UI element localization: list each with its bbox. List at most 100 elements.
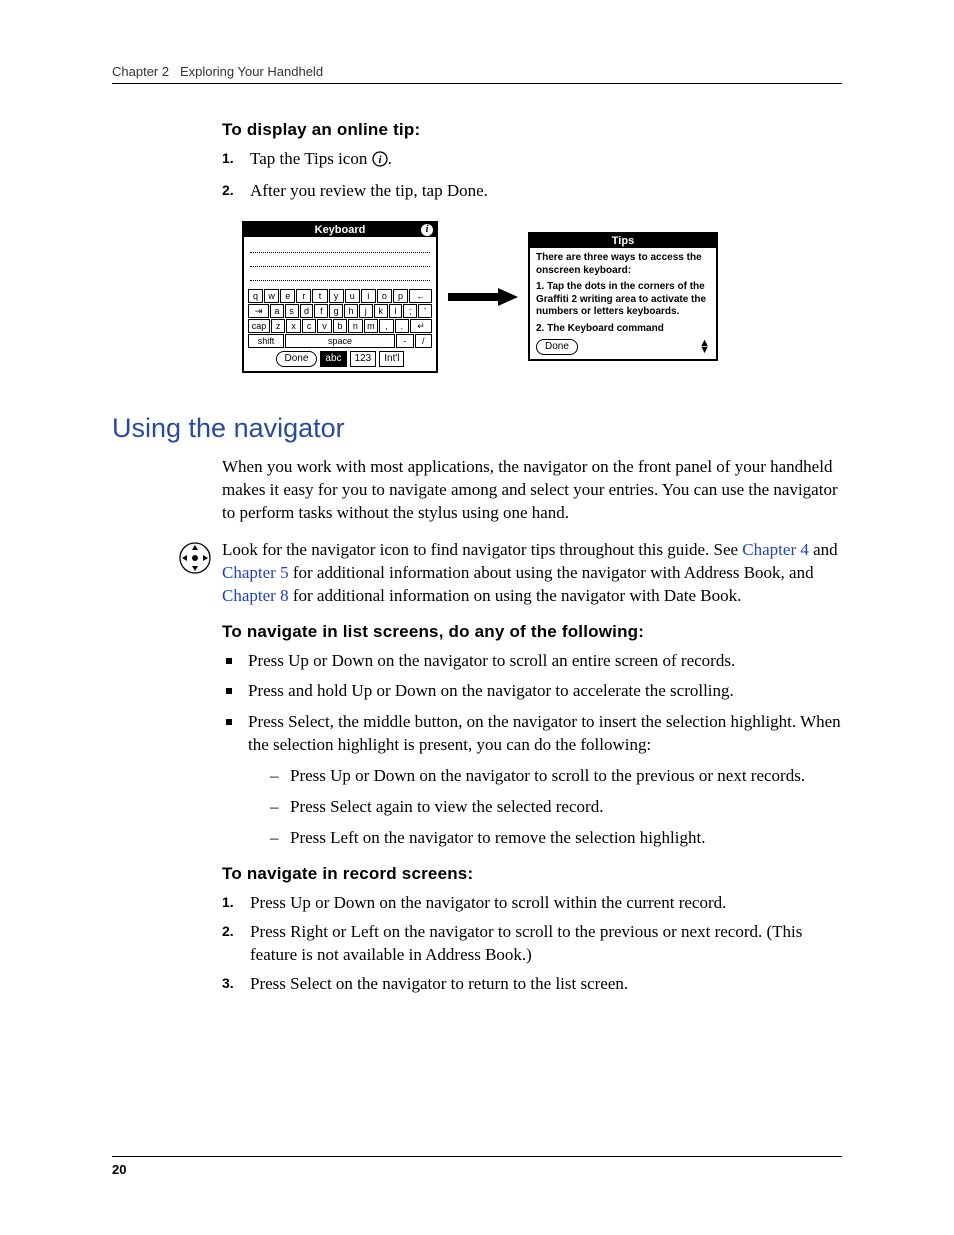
key: d (300, 304, 314, 318)
nav-text: for additional information on using the … (293, 586, 742, 605)
list-heading: To navigate in list screens, do any of t… (222, 622, 842, 642)
key: - (396, 334, 413, 348)
key-row-4: shift space - / (248, 334, 432, 348)
running-head: Chapter 2 Exploring Your Handheld (112, 64, 842, 79)
key: y (329, 289, 344, 303)
header-rule (112, 83, 842, 84)
tips-para: There are three ways to access the onscr… (536, 252, 710, 277)
tips-para: 1. Tap the dots in the corners of the Gr… (536, 281, 710, 319)
chapter-label: Chapter 2 (112, 64, 169, 79)
keyboard-title: Keyboard (315, 224, 366, 236)
info-icon: i (421, 224, 433, 236)
footer-rule (112, 1156, 842, 1157)
scroll-arrows-icon: ▲▼ (699, 340, 710, 355)
content: To display an online tip: 1. Tap the Tip… (222, 120, 842, 373)
key: p (393, 289, 408, 303)
key: i (361, 289, 376, 303)
key-row-3: cap z x c v b n m , . ↵ (248, 319, 432, 333)
tips-para: 2. The Keyboard command (536, 323, 710, 336)
tips-title: Tips (612, 235, 634, 247)
chapter-title: Exploring Your Handheld (180, 64, 323, 79)
list-item: Press Select, the middle button, on the … (222, 711, 842, 850)
key: ; (403, 304, 417, 318)
text-line (250, 254, 430, 267)
navigator-icon (178, 541, 212, 580)
key: b (333, 319, 347, 333)
svg-text:i: i (378, 154, 382, 166)
done-button: Done (536, 339, 578, 355)
mode-abc: abc (320, 351, 346, 367)
list-item: 2.Press Right or Left on the navigator t… (222, 921, 842, 967)
shift-key: shift (248, 334, 284, 348)
bullet-list: Press Up or Down on the navigator to scr… (222, 650, 842, 851)
key: c (302, 319, 316, 333)
space-key: space (285, 334, 395, 348)
nav-tip-block: Look for the navigator icon to find navi… (222, 539, 842, 608)
keyboard-controls: Done abc 123 Int'l (248, 351, 432, 367)
enter-key: ↵ (410, 319, 432, 333)
section-body: When you work with most applications, th… (222, 456, 842, 996)
chapter-8-link[interactable]: Chapter 8 (222, 586, 289, 605)
key: t (312, 289, 327, 303)
key: g (329, 304, 343, 318)
key: u (345, 289, 360, 303)
figure: Keyboard i q w e r t y u i o p (242, 221, 842, 373)
mode-intl: Int'l (379, 351, 404, 367)
intro-para: When you work with most applications, th… (222, 456, 842, 525)
list-item: Press Left on the navigator to remove th… (270, 827, 842, 850)
tip-step-1: 1. Tap the Tips icon i . (222, 148, 842, 174)
section-title: Using the navigator (112, 413, 842, 444)
key: m (364, 319, 378, 333)
key: j (359, 304, 373, 318)
record-steps: 1.Press Up or Down on the navigator to s… (222, 892, 842, 996)
tips-titlebar: Tips (530, 234, 716, 248)
cap-key: cap (248, 319, 270, 333)
key-row-2: ⇥ a s d f g h j k l ; ' (248, 304, 432, 318)
tip-step-1-text: Tap the Tips icon (250, 149, 372, 168)
key-row-1: q w e r t y u i o p ← (248, 289, 432, 303)
backspace-key: ← (409, 289, 432, 303)
key: o (377, 289, 392, 303)
tip-heading: To display an online tip: (222, 120, 842, 140)
key: k (374, 304, 388, 318)
tips-screenshot: Tips There are three ways to access the … (528, 232, 718, 361)
key: r (296, 289, 311, 303)
nav-text: for additional information about using t… (293, 563, 814, 582)
chapter-5-link[interactable]: Chapter 5 (222, 563, 289, 582)
key: e (280, 289, 295, 303)
mode-123: 123 (350, 351, 377, 367)
chapter-4-link[interactable]: Chapter 4 (742, 540, 809, 559)
footer: 20 (112, 1156, 842, 1179)
nav-para: Look for the navigator icon to find navi… (222, 539, 842, 608)
list-item: 1.Press Up or Down on the navigator to s… (222, 892, 842, 915)
list-item: Press Up or Down on the navigator to scr… (270, 765, 842, 788)
done-button: Done (276, 351, 318, 367)
record-heading: To navigate in record screens: (222, 864, 842, 884)
keyboard-titlebar: Keyboard i (244, 223, 436, 237)
key: v (317, 319, 331, 333)
nav-text: and (813, 540, 838, 559)
keyboard-screenshot: Keyboard i q w e r t y u i o p (242, 221, 438, 373)
text-line (250, 240, 430, 253)
key: x (286, 319, 300, 333)
tab-key: ⇥ (248, 304, 269, 318)
key: q (248, 289, 263, 303)
page-number: 20 (112, 1162, 126, 1177)
key: . (395, 319, 409, 333)
tips-icon: i (372, 151, 388, 174)
list-item: Press and hold Up or Down on the navigat… (222, 680, 842, 703)
nav-text: Look for the navigator icon to find navi… (222, 540, 742, 559)
dash-list: Press Up or Down on the navigator to scr… (270, 765, 842, 850)
key: f (314, 304, 328, 318)
text-line (250, 268, 430, 281)
list-item: Press Up or Down on the navigator to scr… (222, 650, 842, 673)
key: a (270, 304, 284, 318)
tips-footer: Done ▲▼ (536, 339, 710, 355)
tip-steps: 1. Tap the Tips icon i . 2. After you re… (222, 148, 842, 203)
list-item: Press Select again to view the selected … (270, 796, 842, 819)
key: n (348, 319, 362, 333)
tips-body: There are three ways to access the onscr… (536, 252, 710, 335)
key: , (379, 319, 393, 333)
key: l (389, 304, 403, 318)
key: w (264, 289, 279, 303)
